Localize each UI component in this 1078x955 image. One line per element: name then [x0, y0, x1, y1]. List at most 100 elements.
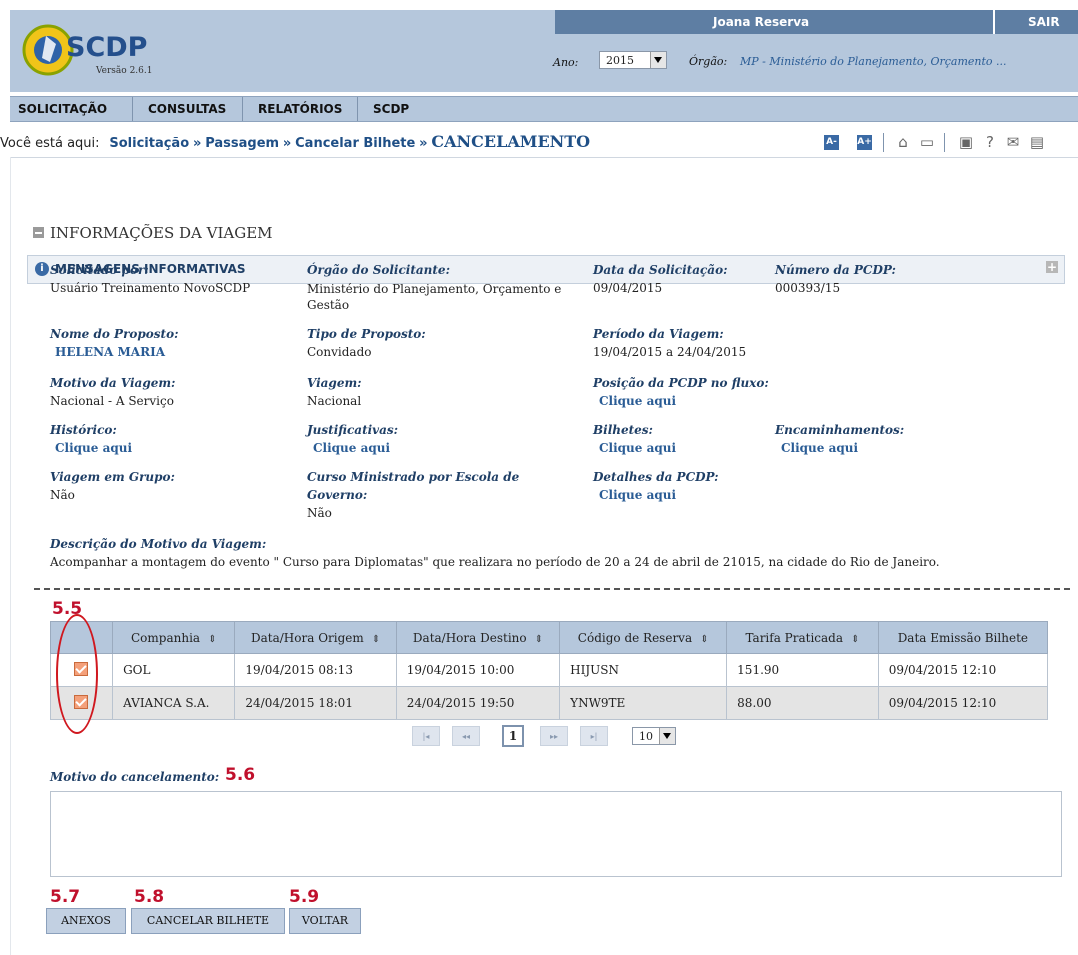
menu-consultas[interactable]: CONSULTAS [140, 97, 250, 121]
breadcrumb-prefix: Você está aqui: [0, 136, 100, 151]
breadcrumb-separator: » [282, 136, 292, 151]
messages-panel[interactable]: i MENSAGENS INFORMATIVAS + [27, 255, 1065, 284]
column-header[interactable]: Data/Hora Origem ⇕ [234, 621, 397, 654]
column-header-label: Companhia [131, 630, 201, 645]
page-border [10, 157, 11, 955]
sort-icon: ⇕ [208, 633, 217, 645]
field-label: Tipo de Proposto: [307, 327, 426, 341]
chat-icon[interactable]: ▭ [918, 133, 936, 151]
breadcrumb-item[interactable]: Cancelar Bilhete [295, 136, 415, 151]
cancel-reason-textarea[interactable] [50, 791, 1062, 877]
column-header[interactable]: Código de Reserva ⇕ [559, 621, 728, 654]
table-row: GOL 19/04/2015 08:13 19/04/2015 10:00 HI… [49, 653, 1049, 687]
field-label: Histórico: [50, 423, 117, 437]
highlight-ellipse [56, 614, 98, 734]
column-header-label: Data/Hora Destino [412, 630, 527, 645]
airline-cell: AVIANCA S.A. [112, 686, 236, 720]
cancel-ticket-button[interactable]: CANCELAR BILHETE [131, 908, 285, 934]
sort-icon: ⇕ [371, 633, 381, 645]
app-logo: SCDP Versão 2.6.1 [12, 14, 162, 84]
font-increase-button[interactable]: A+ [857, 135, 872, 150]
last-page-button[interactable]: ▸| [580, 726, 608, 746]
fare-cell: 151.90 [726, 653, 879, 687]
user-bar-divider [993, 10, 995, 34]
trip-value: Nacional [307, 394, 362, 408]
page-size-value: 10 [639, 730, 653, 743]
sort-icon: ⇕ [700, 633, 709, 645]
field-label: Governo: [307, 488, 368, 502]
collapse-icon[interactable] [33, 227, 44, 238]
column-header: Data Emissão Bilhete [877, 621, 1049, 654]
justifications-link[interactable]: Clique aqui [313, 441, 390, 455]
field-label: Detalhes da PCDP: [593, 470, 719, 484]
breadcrumb-item[interactable]: Passagem [205, 136, 279, 151]
proposed-name-link[interactable]: HELENA MARIA [55, 345, 165, 359]
breadcrumb-current: CANCELAMENTO [431, 132, 591, 151]
section-title: INFORMAÇÕES DA VIAGEM [50, 224, 273, 242]
breadcrumb-separator: » [419, 136, 428, 151]
org-label: Órgão: [689, 55, 728, 68]
toolbar-divider [944, 133, 945, 152]
request-date-value: 09/04/2015 [593, 281, 663, 295]
field-label: Número da PCDP: [775, 263, 896, 277]
font-decrease-button[interactable]: A- [824, 135, 839, 150]
feedback-icon[interactable]: ▤ [1028, 133, 1046, 151]
field-label: Órgão do Solicitante: [307, 263, 450, 277]
prev-page-button[interactable]: ◂◂ [452, 726, 480, 746]
menu-scdp[interactable]: SCDP [365, 97, 425, 121]
column-header[interactable]: Companhia ⇕ [112, 621, 236, 654]
field-label: Encaminhamentos: [775, 423, 905, 437]
mail-icon[interactable]: ✉ [1004, 133, 1022, 151]
video-icon[interactable]: ▣ [957, 133, 975, 151]
back-button[interactable]: VOLTAR [289, 908, 361, 934]
menu-divider [242, 97, 243, 121]
page-size-select[interactable]: 10 [632, 727, 676, 745]
origin-cell: 19/04/2015 08:13 [234, 653, 397, 687]
pcdp-number-value: 000393/15 [775, 281, 841, 295]
current-page[interactable]: 1 [502, 725, 524, 747]
airline-cell: GOL [112, 653, 236, 687]
breadcrumb-item[interactable]: Solicitação [109, 136, 189, 151]
issue-date-cell: 09/04/2015 12:10 [877, 686, 1049, 720]
history-link[interactable]: Clique aqui [55, 441, 132, 455]
next-page-button[interactable]: ▸▸ [540, 726, 568, 746]
column-header-label: Data/Hora Origem [251, 630, 364, 645]
annotation-label: 5.6 [225, 765, 256, 785]
section-divider [34, 588, 1070, 590]
pcdp-details-link[interactable]: Clique aqui [599, 488, 676, 502]
destination-cell: 19/04/2015 10:00 [395, 653, 561, 687]
forwardings-link[interactable]: Clique aqui [781, 441, 858, 455]
breadcrumb-separator: » [192, 136, 202, 151]
column-header[interactable]: Data/Hora Destino ⇕ [395, 621, 561, 654]
requested-by-value: Usuário Treinamento NovoSCDP [50, 281, 251, 295]
column-header[interactable]: Tarifa Praticada ⇕ [726, 621, 879, 654]
reservation-code-cell: YNW9TE [559, 686, 728, 720]
group-trip-value: Não [50, 488, 75, 502]
year-value: 2015 [606, 54, 634, 67]
annotation-label: 5.9 [289, 887, 320, 907]
tickets-link[interactable]: Clique aqui [599, 441, 676, 455]
menu-divider [357, 97, 358, 121]
column-header-label: Data Emissão Bilhete [897, 630, 1028, 645]
help-icon[interactable]: ? [981, 133, 999, 151]
requester-org-value: Ministério do Planejamento, Orçamento e … [307, 282, 562, 312]
column-header-label: Código de Reserva [577, 630, 693, 645]
logout-button[interactable]: SAIR [1028, 15, 1060, 29]
org-value[interactable]: MP - Ministério do Planejamento, Orçamen… [740, 55, 1007, 68]
year-select[interactable]: 2015 [599, 51, 667, 69]
year-label: Ano: [553, 56, 579, 69]
attachments-button[interactable]: ANEXOS [46, 908, 126, 934]
first-page-button[interactable]: |◂ [412, 726, 440, 746]
field-label: Viagem: [307, 376, 362, 390]
fare-cell: 88.00 [726, 686, 879, 720]
annotation-label: 5.7 [50, 887, 81, 907]
expand-icon[interactable]: + [1046, 261, 1058, 273]
pcdp-position-link[interactable]: Clique aqui [599, 394, 676, 408]
menu-relatorios[interactable]: RELATÓRIOS [250, 97, 362, 121]
menu-solicitacao[interactable]: SOLICITAÇÃO [10, 97, 132, 121]
field-label: Justificativas: [307, 423, 399, 437]
home-icon[interactable]: ⌂ [894, 133, 912, 151]
menu-divider [132, 97, 133, 121]
issue-date-cell: 09/04/2015 12:10 [877, 653, 1049, 687]
proposed-type-value: Convidado [307, 345, 372, 359]
